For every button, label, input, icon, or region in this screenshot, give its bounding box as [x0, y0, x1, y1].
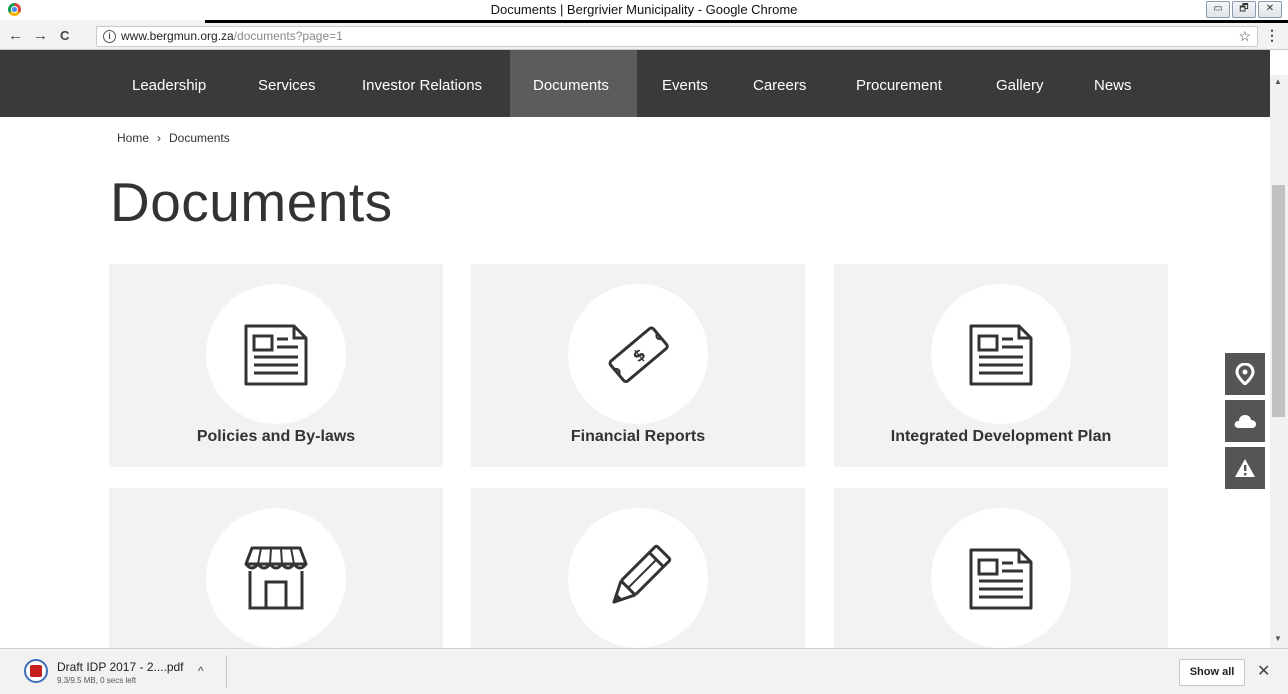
minimize-button[interactable]: ▭: [1206, 1, 1230, 18]
page-scrollbar[interactable]: ▲ ▼: [1270, 75, 1288, 648]
nav-item-gallery[interactable]: Gallery: [996, 77, 1044, 94]
card-forms[interactable]: [471, 488, 805, 648]
url-text: www.bergmun.org.za/documents?page=1: [121, 27, 343, 46]
nav-item-leadership[interactable]: Leadership: [132, 77, 206, 94]
download-divider: [226, 655, 227, 688]
pencil-icon: [612, 544, 672, 604]
location-widget-button[interactable]: [1225, 353, 1265, 395]
shop-icon: [244, 546, 308, 610]
newspaper-icon: [244, 324, 308, 386]
close-download-bar-icon[interactable]: ✕: [1257, 661, 1270, 681]
card-icon-circle: $: [568, 284, 708, 424]
nav-item-events[interactable]: Events: [662, 77, 708, 94]
breadcrumb: Home › Documents: [117, 131, 230, 145]
alert-widget-button[interactable]: [1225, 447, 1265, 489]
breadcrumb-separator: ›: [157, 131, 162, 145]
close-window-button[interactable]: ✕: [1258, 1, 1282, 18]
bookmark-star-icon[interactable]: ☆: [1238, 27, 1251, 46]
nav-item-services[interactable]: Services: [258, 77, 316, 94]
window-title: Documents | Bergrivier Municipality - Go…: [490, 2, 798, 17]
address-bar: ← → C i www.bergmun.org.za/documents?pag…: [0, 23, 1288, 50]
download-menu-caret-icon[interactable]: ^: [198, 664, 204, 678]
breadcrumb-home[interactable]: Home: [117, 131, 149, 145]
card-financial-reports[interactable]: $ Financial Reports: [471, 264, 805, 467]
weather-widget-button[interactable]: [1225, 400, 1265, 442]
nav-item-documents[interactable]: Documents: [533, 77, 609, 94]
restore-button[interactable]: 🗗: [1232, 1, 1256, 18]
show-all-downloads-button[interactable]: Show all: [1179, 659, 1245, 686]
card-label: Integrated Development Plan: [890, 428, 1112, 445]
scroll-up-arrow-icon[interactable]: ▲: [1274, 77, 1282, 86]
card-icon-circle: [568, 508, 708, 648]
url-field[interactable]: i www.bergmun.org.za/documents?page=1 ☆: [96, 26, 1258, 47]
card-policies-bylaws[interactable]: Policies and By-laws: [109, 264, 443, 467]
nav-item-investor-relations[interactable]: Investor Relations: [362, 77, 482, 94]
card-icon-circle: [931, 508, 1071, 648]
money-note-icon: $: [608, 326, 669, 383]
browser-menu-icon[interactable]: ⋮: [1265, 27, 1279, 44]
warning-icon: [1235, 459, 1255, 477]
location-pin-icon: [1235, 363, 1255, 385]
pdf-file-icon: [24, 659, 48, 683]
svg-text:$: $: [629, 344, 650, 366]
scroll-down-arrow-icon[interactable]: ▼: [1274, 634, 1282, 643]
nav-item-procurement[interactable]: Procurement: [856, 77, 942, 94]
forward-button[interactable]: →: [33, 27, 48, 45]
card-procurement[interactable]: [109, 488, 443, 648]
url-path: /documents?page=1: [233, 29, 343, 43]
reload-button[interactable]: C: [60, 27, 69, 45]
card-label: Financial Reports: [570, 428, 706, 445]
site-info-icon[interactable]: i: [103, 30, 116, 43]
page-title: Documents: [110, 171, 393, 233]
window-titlebar: Documents | Bergrivier Municipality - Go…: [0, 0, 1288, 21]
card-icon-circle: [931, 284, 1071, 424]
back-button[interactable]: ←: [8, 27, 23, 45]
download-bar: Draft IDP 2017 - 2....pdf 9.3/9.5 MB, 0 …: [0, 648, 1288, 694]
card-icon-circle: [206, 284, 346, 424]
download-filename[interactable]: Draft IDP 2017 - 2....pdf: [57, 660, 184, 674]
card-integrated-development-plan[interactable]: Integrated Development Plan: [834, 264, 1168, 467]
nav-item-news[interactable]: News: [1094, 77, 1132, 94]
page-viewport: Leadership Services Investor Relations D…: [0, 50, 1270, 648]
url-host: www.bergmun.org.za: [121, 29, 234, 43]
scroll-thumb[interactable]: [1272, 185, 1285, 417]
breadcrumb-current: Documents: [169, 131, 230, 145]
main-navigation: Leadership Services Investor Relations D…: [0, 50, 1270, 117]
card-label: Policies and By-laws: [196, 428, 356, 445]
newspaper-icon: [969, 324, 1033, 386]
newspaper-icon: [969, 548, 1033, 610]
card-icon-circle: [206, 508, 346, 648]
card-documents-other[interactable]: [834, 488, 1168, 648]
window-controls: ▭ 🗗 ✕: [1206, 1, 1282, 18]
download-progress: 9.3/9.5 MB, 0 secs left: [57, 676, 137, 685]
cloud-icon: [1234, 415, 1256, 428]
nav-item-careers[interactable]: Careers: [753, 77, 806, 94]
